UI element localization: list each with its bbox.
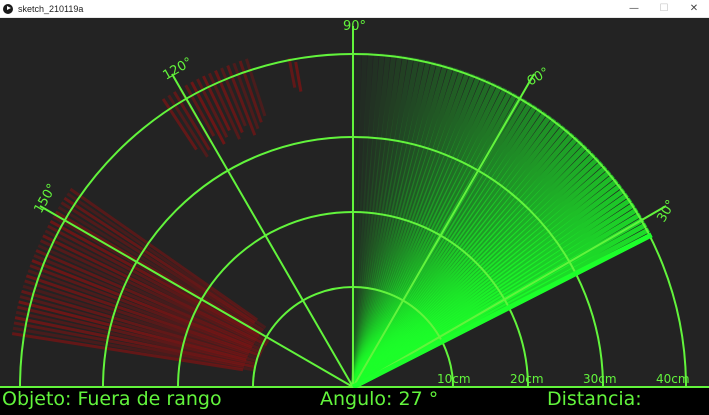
radar-canvas: 30° 60° 90° 120° 150° 10cm 20cm 30cm 40c… <box>0 18 709 415</box>
angle-label-150: 150° <box>31 181 60 216</box>
close-button[interactable]: ✕ <box>679 0 709 17</box>
app-window: sketch_210119a — ☐ ✕ 30° 60° 90° 120° 15… <box>0 0 709 415</box>
radar-display: 30° 60° 90° 120° 150° 10cm 20cm 30cm 40c… <box>0 18 709 415</box>
maximize-button[interactable]: ☐ <box>649 0 679 17</box>
distance-label-30cm: 30cm <box>583 372 617 386</box>
window-title: sketch_210119a <box>18 3 84 14</box>
angle-label-120: 120° <box>161 55 196 84</box>
distance-label-20cm: 20cm <box>510 372 544 386</box>
object-trace-line <box>287 57 297 88</box>
object-trace-line <box>294 61 303 92</box>
angle-readout: Angulo: 27 ° <box>320 388 439 410</box>
object-status: Objeto: Fuera de rango <box>2 388 222 410</box>
sweep-trail <box>350 52 653 390</box>
distance-label-10cm: 10cm <box>437 372 471 386</box>
minimize-button[interactable]: — <box>619 0 649 17</box>
angle-label-60: 60° <box>525 65 552 90</box>
window-controls: — ☐ ✕ <box>619 0 709 17</box>
distance-label-40cm: 40cm <box>656 372 690 386</box>
distance-readout: Distancia: <box>547 388 642 410</box>
angle-label-90: 90° <box>343 19 366 34</box>
angle-label-30: 30° <box>654 198 679 225</box>
title-bar[interactable]: sketch_210119a — ☐ ✕ <box>0 0 709 18</box>
processing-app-icon <box>3 3 13 14</box>
